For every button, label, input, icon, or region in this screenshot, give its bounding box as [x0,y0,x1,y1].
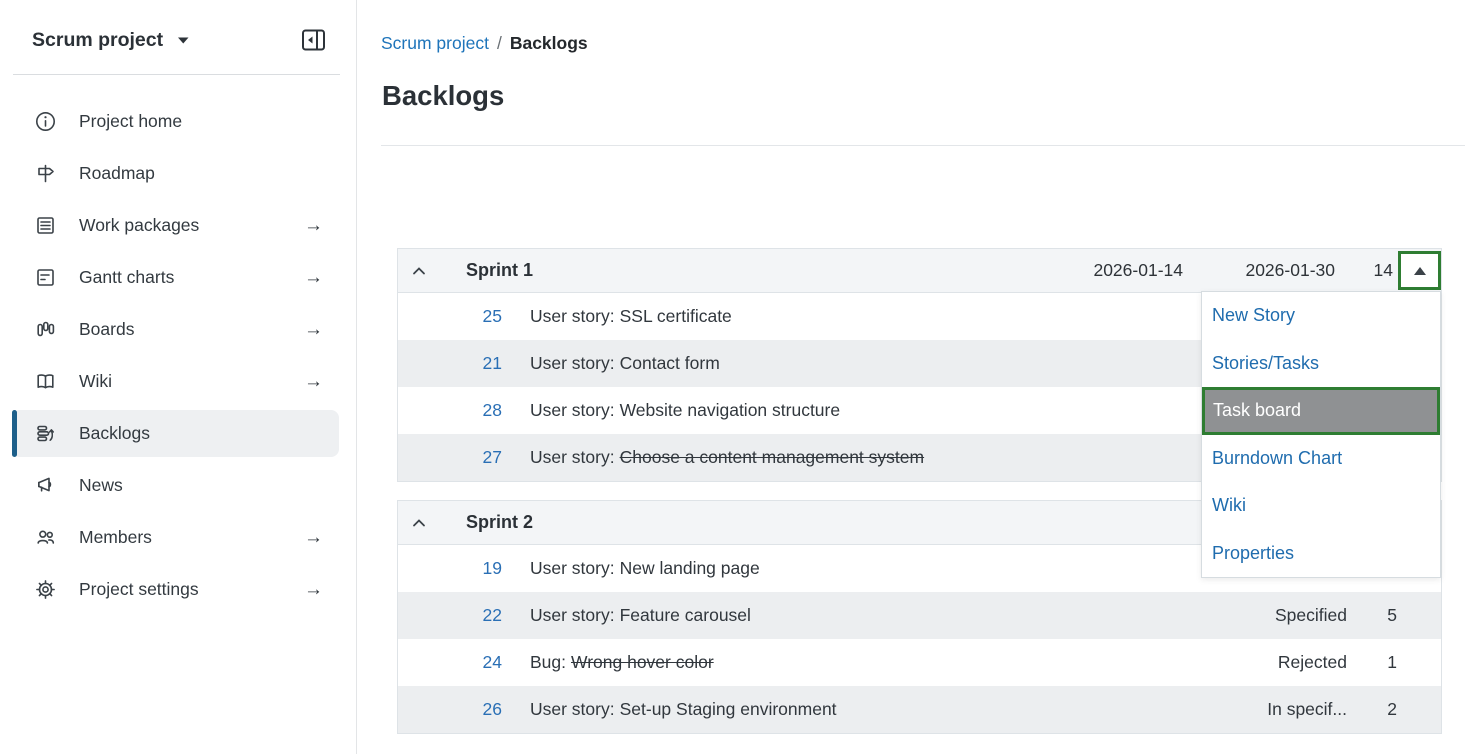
work-package-id-link[interactable]: 21 [398,353,502,374]
sidebar-item-project-settings[interactable]: Project settings → [12,566,339,613]
arrow-right-icon[interactable]: → [304,215,339,237]
signpost-icon [34,162,57,185]
work-package-id-link[interactable]: 24 [398,652,502,673]
backlog-row[interactable]: 26 User story:Set-up Staging environment… [398,686,1441,733]
sidebar-item-backlogs[interactable]: Backlogs [12,410,339,457]
work-package-id-link[interactable]: 27 [398,447,502,468]
people-icon [34,526,57,549]
work-package-status: In specif... [1207,699,1347,720]
work-package-id-link[interactable]: 28 [398,400,502,421]
collapse-panel-icon [301,28,327,52]
sidebar-item-label: Work packages [79,215,199,236]
menu-item-burndown-chart[interactable]: Burndown Chart [1202,435,1440,483]
project-switcher[interactable]: Scrum project [32,29,190,52]
sidebar-item-label: Backlogs [79,423,150,444]
menu-item-wiki[interactable]: Wiki [1202,482,1440,530]
arrow-right-icon[interactable]: → [304,267,339,289]
sprint-duration: 14 [1353,260,1393,281]
sidebar-item-label: Project home [79,111,182,132]
arrow-right-icon[interactable]: → [304,527,339,549]
sidebar-item-label: Project settings [79,579,199,600]
sprint-1-header: Sprint 1 2026-01-14 2026-01-30 14 [398,249,1441,293]
gear-icon [34,578,57,601]
sidebar-item-gantt-charts[interactable]: Gantt charts → [12,254,339,301]
backlog-list-icon [34,422,57,445]
menu-item-task-board[interactable]: Task board [1202,387,1440,435]
boards-icon [34,318,57,341]
open-book-icon [34,370,57,393]
work-package-id-link[interactable]: 19 [398,558,502,579]
arrow-right-icon[interactable]: → [304,371,339,393]
work-package-title: User story:SSL certificate [530,306,1207,327]
work-package-title: User story:Feature carousel [530,605,1207,626]
info-icon [34,110,57,133]
sidebar-header: Scrum project [0,0,356,52]
work-package-title: User story:Website navigation structure [530,400,1207,421]
work-package-title: User story:New landing page [530,558,1207,579]
sidebar-item-work-packages[interactable]: Work packages → [12,202,339,249]
sidebar-item-label: Members [79,527,152,548]
sidebar-item-project-home[interactable]: Project home [12,98,339,145]
arrow-right-icon[interactable]: → [304,319,339,341]
sidebar: Scrum project Project [0,0,357,754]
arrow-right-icon[interactable]: → [304,579,339,601]
sidebar-item-news[interactable]: News [12,462,339,509]
chevron-up-icon[interactable] [409,513,429,533]
project-name: Scrum project [32,29,163,52]
work-package-points: 5 [1362,605,1397,626]
title-divider [381,145,1465,146]
sprint-name: Sprint 1 [466,260,1031,281]
chevron-down-icon [177,36,190,45]
page-title: Backlogs [382,80,504,112]
sidebar-item-label: Boards [79,319,134,340]
breadcrumb: Scrum project / Backlogs [381,33,588,54]
sidebar-item-label: Roadmap [79,163,155,184]
work-package-id-link[interactable]: 22 [398,605,502,626]
sidebar-item-label: Wiki [79,371,112,392]
collapse-sidebar-button[interactable] [301,28,327,52]
menu-item-properties[interactable]: Properties [1202,530,1440,578]
work-package-title: User story:Contact form [530,353,1207,374]
work-package-title: User story:Choose a content management s… [530,447,1207,468]
backlog-row[interactable]: 24 Bug:Wrong hover color Rejected 1 [398,639,1441,686]
work-package-id-link[interactable]: 26 [398,699,502,720]
work-package-title: User story:Set-up Staging environment [530,699,1207,720]
sprint-end-date: 2026-01-30 [1183,260,1335,281]
breadcrumb-project-link[interactable]: Scrum project [381,33,489,54]
sprint-menu-toggle-button[interactable] [1398,251,1441,290]
work-package-status: Specified [1207,605,1347,626]
sidebar-item-label: News [79,475,123,496]
triangle-up-icon [1414,267,1426,275]
sprint-name: Sprint 2 [466,512,1074,533]
work-package-points: 1 [1362,652,1397,673]
sprint-context-menu: New Story Stories/Tasks Task board Burnd… [1201,291,1441,578]
breadcrumb-current: Backlogs [510,33,588,54]
sidebar-item-members[interactable]: Members → [12,514,339,561]
backlog-row[interactable]: 22 User story:Feature carousel Specified… [398,592,1441,639]
work-package-status: Rejected [1207,652,1347,673]
gantt-chart-icon [34,266,57,289]
chevron-up-icon[interactable] [409,261,429,281]
document-lines-icon [34,214,57,237]
work-package-id-link[interactable]: 25 [398,306,502,327]
sidebar-nav: Project home Roadmap Work packages → [0,75,356,613]
sprint-start-date: 2026-01-14 [1031,260,1183,281]
work-package-title: Bug:Wrong hover color [530,652,1207,673]
menu-item-new-story[interactable]: New Story [1202,292,1440,340]
sidebar-item-boards[interactable]: Boards → [12,306,339,353]
menu-item-stories-tasks[interactable]: Stories/Tasks [1202,340,1440,388]
sidebar-item-label: Gantt charts [79,267,174,288]
sidebar-item-wiki[interactable]: Wiki → [12,358,339,405]
megaphone-icon [34,474,57,497]
sidebar-item-roadmap[interactable]: Roadmap [12,150,339,197]
breadcrumb-separator: / [497,33,502,54]
work-package-points: 2 [1362,699,1397,720]
